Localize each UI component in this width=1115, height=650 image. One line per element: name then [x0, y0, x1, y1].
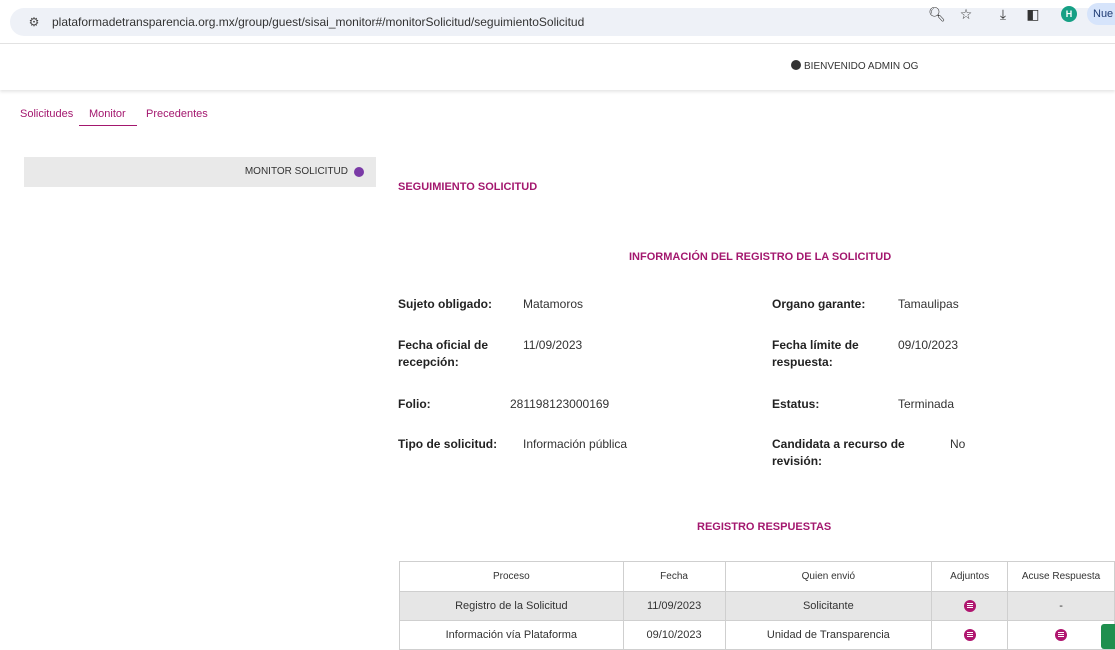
col-header-adjuntos: Adjuntos: [931, 561, 1009, 592]
folio-label: Folio:: [398, 397, 431, 411]
cell-proceso: Información vía Plataforma: [399, 620, 624, 650]
sidebar-item-label: MONITOR SOLICITUD: [244, 166, 348, 177]
cell-adjuntos: [931, 591, 1009, 621]
fecha-oficial-label: Fecha oficial de recepción:: [398, 338, 489, 369]
document-icon[interactable]: [963, 600, 976, 613]
cell-fecha: 09/10/2023: [622, 620, 726, 650]
zoom-icon[interactable]: 🔍︎: [928, 6, 946, 22]
fecha-limite-label: Fecha límite de respuesta:: [772, 338, 859, 369]
cell-acuse: -: [1007, 591, 1115, 621]
download-icon[interactable]: ⤓: [994, 6, 1012, 22]
col-header-proceso: Proceso: [399, 561, 624, 592]
tipo-label: Tipo de solicitud:: [398, 437, 498, 451]
col-header-quien: Quien envió: [724, 561, 933, 592]
nav-precedentes[interactable]: Precedentes: [146, 108, 208, 120]
welcome-user[interactable]: BIENVENIDO ADMIN OG: [791, 60, 918, 72]
site-header: BIENVENIDO ADMIN OG: [0, 44, 1115, 90]
sujeto-value: Matamoros: [523, 297, 584, 311]
info-section-title: INFORMACIÓN DEL REGISTRO DE LA SOLICITUD: [629, 251, 892, 263]
nav-solicitudes[interactable]: Solicitudes: [20, 108, 73, 120]
fecha-oficial-value: 11/09/2023: [523, 338, 583, 352]
cell-proceso: Registro de la Solicitud: [399, 591, 624, 621]
user-icon: [791, 60, 801, 70]
nav-active-underline: [79, 125, 137, 126]
welcome-text: BIENVENIDO ADMIN OG: [804, 61, 919, 72]
document-icon[interactable]: [1055, 629, 1068, 642]
estatus-value: Terminada: [898, 397, 955, 411]
url-text[interactable]: plataformadetransparencia.org.mx/group/g…: [52, 14, 584, 30]
folio-value: 281198123000169: [510, 397, 610, 411]
col-header-fecha: Fecha: [622, 561, 726, 592]
sidebar-item-monitor-solicitud[interactable]: MONITOR SOLICITUD: [24, 157, 376, 187]
fecha-limite-value: 09/10/2023: [898, 338, 959, 352]
profile-avatar[interactable]: H: [1061, 6, 1077, 22]
site-info-icon[interactable]: ⚙: [26, 14, 42, 30]
table-header-row: Proceso Fecha Quien envió Adjuntos Acuse…: [399, 561, 1115, 592]
side-panel-icon[interactable]: ◧: [1024, 6, 1042, 22]
new-chrome-button[interactable]: Nue: [1087, 3, 1115, 25]
address-bar[interactable]: ⚙ plataformadetransparencia.org.mx/group…: [10, 8, 1115, 36]
cell-fecha: 11/09/2023: [622, 591, 726, 621]
candidata-value: No: [950, 437, 966, 451]
tipo-value: Información pública: [523, 437, 628, 451]
candidata-label: Candidata a recurso de revisión:: [772, 437, 905, 468]
nav-monitor[interactable]: Monitor: [89, 108, 126, 120]
bookmark-star-icon[interactable]: ☆: [957, 6, 975, 22]
cell-acuse: [1007, 620, 1115, 650]
side-tab-button[interactable]: [1101, 624, 1115, 649]
cell-quien: Solicitante: [724, 591, 933, 621]
cell-adjuntos: [931, 620, 1009, 650]
estatus-label: Estatus:: [772, 397, 820, 411]
browser-toolbar: ⚙ plataformadetransparencia.org.mx/group…: [0, 0, 1115, 44]
monitor-icon: [354, 167, 364, 177]
organo-label: Organo garante:: [772, 297, 866, 311]
table-row: Información vía Plataforma 09/10/2023 Un…: [399, 620, 1115, 650]
table-row: Registro de la Solicitud 11/09/2023 Soli…: [399, 591, 1115, 621]
responses-section-title: REGISTRO RESPUESTAS: [697, 521, 832, 533]
document-icon[interactable]: [963, 629, 976, 642]
organo-value: Tamaulipas: [898, 297, 959, 311]
page-title: SEGUIMIENTO SOLICITUD: [398, 181, 538, 193]
cell-quien: Unidad de Transparencia: [724, 620, 933, 650]
responses-table: Proceso Fecha Quien envió Adjuntos Acuse…: [399, 561, 1115, 650]
sujeto-label: Sujeto obligado:: [398, 297, 492, 311]
col-header-acuse: Acuse Respuesta: [1007, 561, 1115, 592]
